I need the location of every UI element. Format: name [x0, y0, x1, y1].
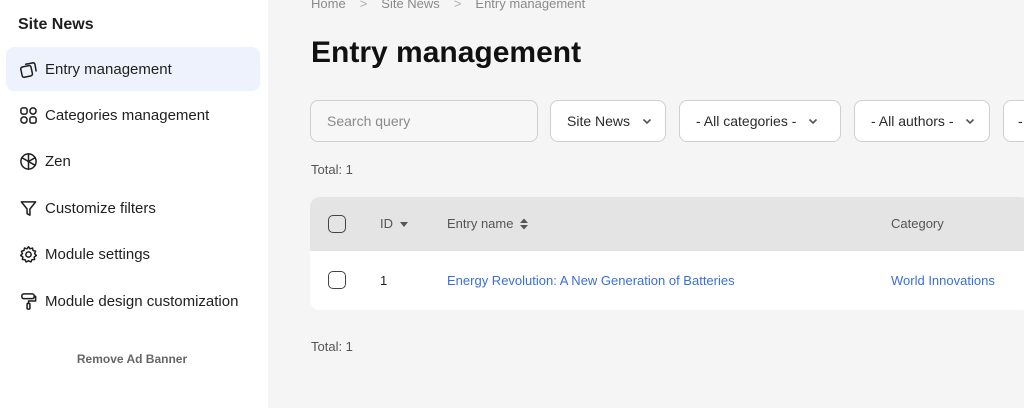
total-count-bottom: Total: 1: [311, 339, 353, 354]
table-header: ID Entry name Category: [310, 197, 1024, 251]
sort-icon: [520, 218, 529, 229]
sidebar-item-label: Categories management: [45, 106, 210, 124]
author-select[interactable]: - All authors -: [854, 100, 990, 142]
entries-table: ID Entry name Category 1 Energy Revoluti…: [310, 197, 1024, 310]
extra-select[interactable]: -: [1003, 100, 1024, 142]
search-input[interactable]: [310, 100, 538, 142]
remove-ad-banner-link[interactable]: Remove Ad Banner: [0, 352, 264, 366]
table-row: 1 Energy Revolution: A New Generation of…: [310, 251, 1024, 310]
column-category[interactable]: Category: [891, 216, 944, 231]
column-id[interactable]: ID: [380, 216, 409, 231]
chevron-down-icon: [808, 116, 818, 126]
sidebar-item-label: Entry management: [45, 60, 172, 78]
sidebar-item-module-design-customization[interactable]: Module design customization: [6, 279, 260, 323]
page-title: Entry management: [311, 36, 582, 69]
breadcrumb-site-news[interactable]: Site News: [381, 0, 440, 11]
grid-icon: [18, 105, 38, 125]
breadcrumb-current: Entry management: [475, 0, 586, 11]
chevron-down-icon: [965, 116, 975, 126]
sidebar: Site News Entry management Categories ma…: [0, 0, 268, 408]
sidebar-item-categories-management[interactable]: Categories management: [6, 93, 260, 137]
entry-name-link[interactable]: Energy Revolution: A New Generation of B…: [447, 273, 735, 288]
column-entry-name[interactable]: Entry name: [447, 216, 529, 231]
breadcrumb-home[interactable]: Home: [311, 0, 346, 11]
select-all-checkbox[interactable]: [328, 215, 346, 233]
breadcrumb-separator: >: [359, 0, 368, 11]
sidebar-title: Site News: [18, 16, 94, 33]
filter-icon: [18, 198, 38, 218]
category-select[interactable]: - All categories -: [679, 100, 841, 142]
paint-roller-icon: [18, 291, 38, 311]
gear-icon: [18, 244, 38, 264]
total-count-top: Total: 1: [311, 162, 353, 177]
sidebar-item-zen[interactable]: Zen: [6, 139, 260, 183]
site-select[interactable]: Site News: [550, 100, 666, 142]
sidebar-item-label: Customize filters: [45, 199, 156, 217]
sidebar-item-module-settings[interactable]: Module settings: [6, 232, 260, 276]
author-select-value: - All authors -: [871, 113, 954, 129]
breadcrumb: Home > Site News > Entry management: [311, 0, 585, 11]
copy-icon: [18, 59, 38, 79]
breadcrumb-separator: >: [453, 0, 462, 11]
caret-down-icon: [400, 221, 408, 227]
row-id: 1: [380, 273, 388, 288]
aperture-icon: [18, 151, 38, 171]
row-checkbox[interactable]: [328, 271, 346, 289]
sidebar-item-customize-filters[interactable]: Customize filters: [6, 186, 260, 230]
sidebar-item-label: Module settings: [45, 245, 151, 263]
site-select-value: Site News: [567, 113, 631, 129]
sidebar-item-label: Module design customization: [45, 292, 239, 310]
sidebar-item-entry-management[interactable]: Entry management: [6, 47, 260, 91]
sidebar-item-label: Zen: [45, 152, 71, 170]
extra-select-value: -: [1018, 113, 1023, 129]
category-select-value: - All categories -: [696, 113, 797, 129]
chevron-down-icon: [642, 116, 652, 126]
category-link[interactable]: World Innovations: [891, 273, 995, 288]
